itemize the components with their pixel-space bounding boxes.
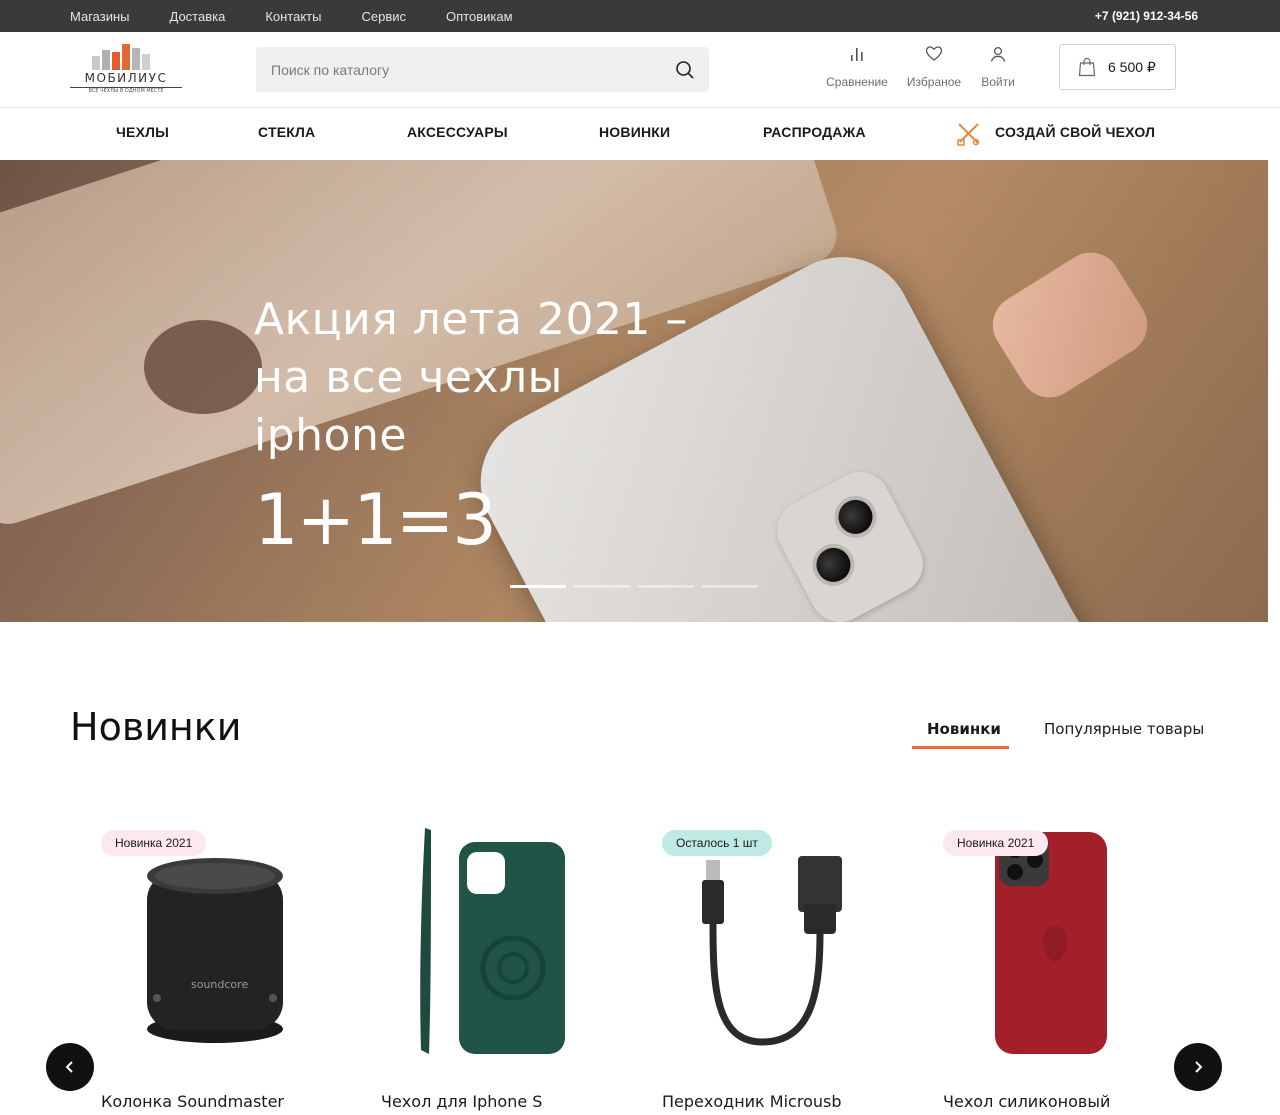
header: МОБИЛИУС ВСЕ ЧЕХЛЫ В ОДНОМ МЕСТЕ Сравнен… <box>0 32 1280 108</box>
compare-link[interactable]: Сравнение <box>825 45 889 89</box>
slider-dots <box>510 585 758 588</box>
slider-dot-4[interactable] <box>702 585 758 588</box>
chevron-left-icon <box>65 1061 73 1073</box>
favorites-label: Избраное <box>906 75 962 89</box>
product-card[interactable]: Осталось 1 шт Переходник Microusb <box>662 822 902 1115</box>
product-image-case-green[interactable] <box>381 822 621 1062</box>
login-link[interactable]: Войти <box>966 45 1030 89</box>
product-name[interactable]: Переходник Microusb <box>662 1092 842 1111</box>
heart-icon <box>925 46 943 61</box>
slider-dot-1[interactable] <box>510 585 566 588</box>
hero-promo-text: 1+1=3 <box>254 479 497 561</box>
hero-watch-image <box>981 241 1159 409</box>
hero-banner[interactable]: Акция лета 2021 – на все чехлы iphone 1+… <box>0 160 1268 622</box>
top-link-service[interactable]: Сервис <box>361 9 406 24</box>
logo[interactable]: МОБИЛИУС ВСЕ ЧЕХЛЫ В ОДНОМ МЕСТЕ <box>70 44 182 98</box>
search-box <box>256 47 709 92</box>
product-badge: Новинка 2021 <box>101 830 207 856</box>
main-nav: ЧЕХЛЫ СТЕКЛА АКСЕССУАРЫ НОВИНКИ РАСПРОДА… <box>0 108 1280 160</box>
top-bar: Магазины Доставка Контакты Сервис Оптови… <box>0 0 1280 32</box>
tab-popular[interactable]: Популярные товары <box>1044 720 1204 738</box>
login-label: Войти <box>981 75 1015 89</box>
nav-item-custom-case[interactable]: СОЗДАЙ СВОЙ ЧЕХОЛ <box>995 108 1155 156</box>
compare-label: Сравнение <box>826 75 888 89</box>
logo-tagline: ВСЕ ЧЕХЛЫ В ОДНОМ МЕСТЕ <box>88 88 164 94</box>
phone-number[interactable]: +7 (921) 912-34-56 <box>1095 0 1198 32</box>
product-name[interactable]: Чехол для Iphone S <box>381 1092 542 1111</box>
product-name[interactable]: Чехол силиконовый <box>943 1092 1110 1111</box>
design-tools-icon <box>956 121 982 151</box>
top-link-stores[interactable]: Магазины <box>70 9 130 24</box>
favorites-link[interactable]: Избраное <box>902 45 966 89</box>
product-name[interactable]: Колонка Soundmaster <box>101 1092 284 1111</box>
product-badge: Новинка 2021 <box>943 830 1049 856</box>
section-title: Новинки <box>70 705 242 749</box>
top-link-contacts[interactable]: Контакты <box>265 9 321 24</box>
product-card[interactable]: soundcore Новинка 2021 Колонка Soundmast… <box>101 822 341 1115</box>
nav-item-sale[interactable]: РАСПРОДАЖА <box>763 108 866 156</box>
product-badge: Осталось 1 шт <box>662 830 772 856</box>
search-icon[interactable] <box>675 60 695 80</box>
top-link-delivery[interactable]: Доставка <box>170 9 226 24</box>
product-card[interactable]: Чехол для Iphone S <box>381 822 621 1115</box>
cart-button[interactable]: 6 500 ₽ <box>1059 44 1176 90</box>
nav-item-glass[interactable]: СТЕКЛА <box>258 108 315 156</box>
hero-apple-logo-image <box>144 320 262 414</box>
slider-dot-2[interactable] <box>574 585 630 588</box>
compare-icon <box>851 48 863 61</box>
user-icon <box>990 46 1006 62</box>
nav-item-new[interactable]: НОВИНКИ <box>599 108 670 156</box>
top-link-wholesale[interactable]: Оптовикам <box>446 9 513 24</box>
tab-new[interactable]: Новинки <box>927 720 1001 738</box>
nav-item-cases[interactable]: ЧЕХЛЫ <box>116 108 169 156</box>
carousel-prev-button[interactable] <box>46 1043 94 1091</box>
cart-total: 6 500 ₽ <box>1108 59 1156 75</box>
search-input[interactable] <box>256 47 666 92</box>
product-card[interactable]: Новинка 2021 Чехол силиконовый <box>943 822 1183 1115</box>
hero-title: Акция лета 2021 – на все чехлы iphone <box>254 294 688 461</box>
nav-item-accessories[interactable]: АКСЕССУАРЫ <box>407 108 508 156</box>
shopping-bag-icon <box>1078 57 1096 77</box>
product-image-case-red[interactable] <box>943 822 1183 1062</box>
slider-dot-3[interactable] <box>638 585 694 588</box>
top-links: Магазины Доставка Контакты Сервис Оптови… <box>70 0 513 32</box>
tab-active-underline <box>912 746 1009 749</box>
svg-text:soundcore: soundcore <box>191 978 248 991</box>
product-image-adapter[interactable] <box>662 822 902 1062</box>
product-image-speaker[interactable]: soundcore <box>101 822 341 1062</box>
logo-mark <box>86 44 162 70</box>
logo-text: МОБИЛИУС <box>84 71 168 85</box>
carousel-next-button[interactable] <box>1174 1043 1222 1091</box>
chevron-right-icon <box>1195 1061 1203 1073</box>
